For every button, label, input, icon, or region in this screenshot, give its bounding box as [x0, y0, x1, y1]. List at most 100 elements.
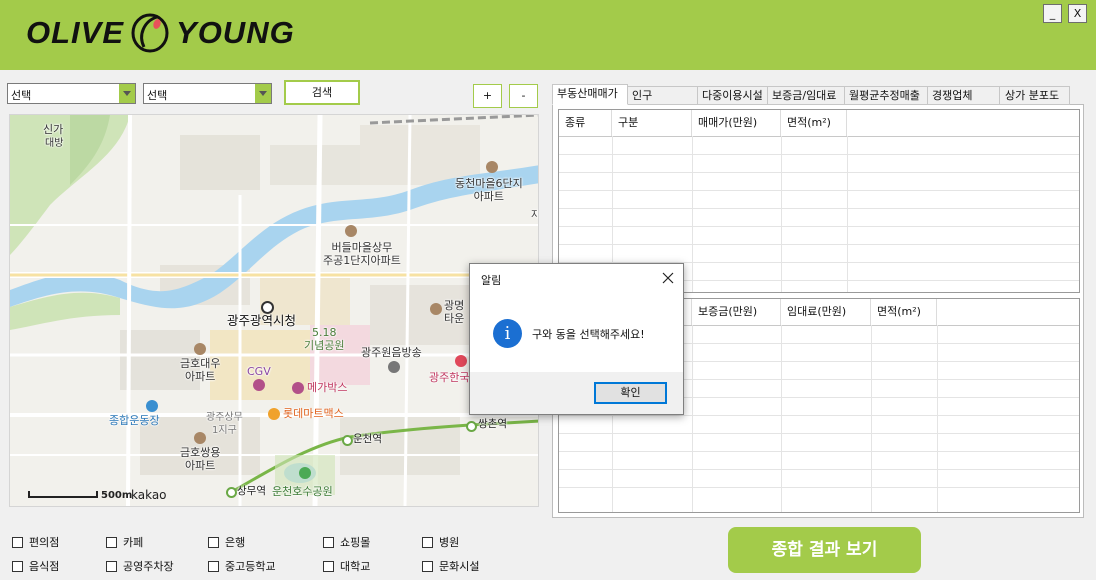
- station-icon: [342, 435, 353, 446]
- checkbox-cafe[interactable]: 카페: [106, 534, 143, 550]
- map-label-daebang: 대방: [45, 138, 64, 149]
- map-label-dongcheon-apt: 동천마을6단지 아파트: [455, 177, 523, 203]
- map-scale-label: 500m: [101, 490, 133, 501]
- tab-sale-price[interactable]: 부동산매매가: [552, 84, 628, 105]
- view-results-button[interactable]: 종합 결과 보기: [728, 527, 921, 573]
- column-header[interactable]: 보증금(만원): [692, 299, 781, 325]
- ok-button[interactable]: 확인: [594, 382, 667, 404]
- apartment-icon: [345, 225, 357, 237]
- tab-public-facilities[interactable]: 다중이용시설: [697, 86, 768, 105]
- map-label-ssangchon: 쌍촌역: [478, 418, 507, 430]
- column-header[interactable]: 면적(m²): [871, 299, 937, 325]
- checkbox-convenience-store[interactable]: 편의점: [12, 534, 59, 550]
- broadcast-icon: [388, 361, 400, 373]
- grid-divider: [847, 136, 848, 292]
- grid-divider: [559, 172, 1079, 173]
- map-label-uncheon: 운천역: [353, 433, 382, 445]
- checkbox-box[interactable]: [323, 560, 334, 572]
- tab-population[interactable]: 인구: [627, 86, 698, 105]
- checkbox-box[interactable]: [106, 536, 117, 548]
- map-label-lotte-mart: 롯데마트맥스: [283, 407, 344, 420]
- checkbox-label: 문화시설: [439, 560, 480, 573]
- checkbox-middle-high-school[interactable]: 중고등학교: [208, 558, 276, 574]
- column-header[interactable]: 임대료(만원): [781, 299, 871, 325]
- map-label-city-hall: 광주광역시청: [227, 313, 297, 328]
- logo-text-left: OLIVE: [26, 15, 125, 50]
- station-icon: [226, 487, 237, 498]
- checkbox-box[interactable]: [422, 560, 433, 572]
- checkbox-label: 병원: [439, 536, 460, 549]
- checkbox-box[interactable]: [422, 536, 433, 548]
- map-label-geumho-ssangyong: 금호쌍용 아파트: [180, 446, 221, 472]
- map-label-megabox: 메가박스: [307, 381, 348, 394]
- checkbox-hospital[interactable]: 병원: [422, 534, 459, 550]
- gu-select[interactable]: 선택: [7, 83, 136, 104]
- checkbox-university[interactable]: 대학교: [323, 558, 370, 574]
- checkbox-label: 카페: [123, 536, 144, 549]
- tab-store-distribution[interactable]: 상가 분포도: [999, 86, 1070, 105]
- grid-divider: [559, 154, 1079, 155]
- column-header[interactable]: 종류: [559, 110, 612, 136]
- checkbox-label: 음식점: [29, 560, 60, 573]
- apartment-icon: [430, 303, 442, 315]
- tab-competitors[interactable]: 경쟁업체: [927, 86, 1000, 105]
- grid-divider: [692, 136, 693, 292]
- grid-divider: [559, 226, 1079, 227]
- chevron-down-icon[interactable]: [119, 84, 135, 103]
- minimize-button[interactable]: _: [1043, 4, 1062, 23]
- checkbox-box[interactable]: [208, 536, 219, 548]
- search-button[interactable]: 검색: [284, 80, 360, 105]
- info-icon: i: [493, 319, 522, 348]
- tab-deposit-rent[interactable]: 보증금/임대료: [767, 86, 845, 105]
- logo-text-right: YOUNG: [176, 15, 295, 50]
- checkbox-box[interactable]: [12, 536, 23, 548]
- chevron-down-icon[interactable]: [255, 84, 271, 103]
- checkbox-box[interactable]: [106, 560, 117, 572]
- close-icon[interactable]: [660, 270, 676, 286]
- checkbox-label: 공영주차장: [123, 560, 174, 573]
- alert-dialog: 알림 i 구와 동을 선택해주세요! 확인: [469, 263, 684, 415]
- checkbox-restaurant[interactable]: 음식점: [12, 558, 59, 574]
- checkbox-bank[interactable]: 은행: [208, 534, 245, 550]
- map-label-stadium: 종합운동장: [109, 414, 160, 427]
- grid-divider: [692, 325, 693, 512]
- apartment-icon: [486, 161, 498, 173]
- column-header[interactable]: 면적(m²): [781, 110, 847, 136]
- zoom-in-button[interactable]: +: [473, 84, 502, 108]
- checkbox-shopping-mall[interactable]: 쇼핑몰: [323, 534, 370, 550]
- grid-divider: [781, 325, 782, 512]
- close-window-button[interactable]: X: [1068, 4, 1087, 23]
- mart-icon: [268, 408, 280, 420]
- checkbox-box[interactable]: [208, 560, 219, 572]
- map-label-sangmu-1: 광주상무 1지구: [206, 412, 243, 436]
- dialog-title: 알림: [481, 274, 502, 287]
- map-label-buddle-apt: 버들마을상무 주공1단지아파트: [323, 241, 401, 267]
- checkbox-public-parking[interactable]: 공영주차장: [106, 558, 174, 574]
- map-label-cgv: CGV: [247, 365, 271, 378]
- column-header[interactable]: 구분: [612, 110, 692, 136]
- map-label-gwangmyeong: 광명 타운: [444, 299, 465, 325]
- station-icon: [466, 421, 477, 432]
- cinema-icon: [253, 379, 265, 391]
- grid-divider: [781, 136, 782, 292]
- map-scale-bar: [28, 491, 98, 498]
- grid-divider: [559, 433, 1079, 434]
- hospital-icon: [455, 355, 467, 367]
- grid-divider: [559, 190, 1079, 191]
- grid-divider: [559, 208, 1079, 209]
- checkbox-label: 편의점: [29, 536, 60, 549]
- grid-divider: [559, 136, 1079, 137]
- map-view[interactable]: 신가 대방 동천마을6단지 아파트 지 버들마을상무 주공1단지아파트 광주광역…: [9, 114, 539, 507]
- dong-select[interactable]: 선택: [143, 83, 272, 104]
- map-label-memorial-park: 5.18 기념공원: [304, 326, 345, 352]
- checkbox-culture-facility[interactable]: 문화시설: [422, 558, 479, 574]
- grid-divider: [871, 325, 872, 512]
- column-header[interactable]: 매매가(만원): [692, 110, 781, 136]
- map-label-edge: 지: [531, 209, 538, 222]
- stadium-icon: [146, 400, 158, 412]
- zoom-out-button[interactable]: -: [509, 84, 538, 108]
- tab-monthly-sales[interactable]: 월평균추정매출: [844, 86, 928, 105]
- checkbox-box[interactable]: [323, 536, 334, 548]
- checkbox-box[interactable]: [12, 560, 23, 572]
- gu-select-value: 선택: [11, 89, 32, 102]
